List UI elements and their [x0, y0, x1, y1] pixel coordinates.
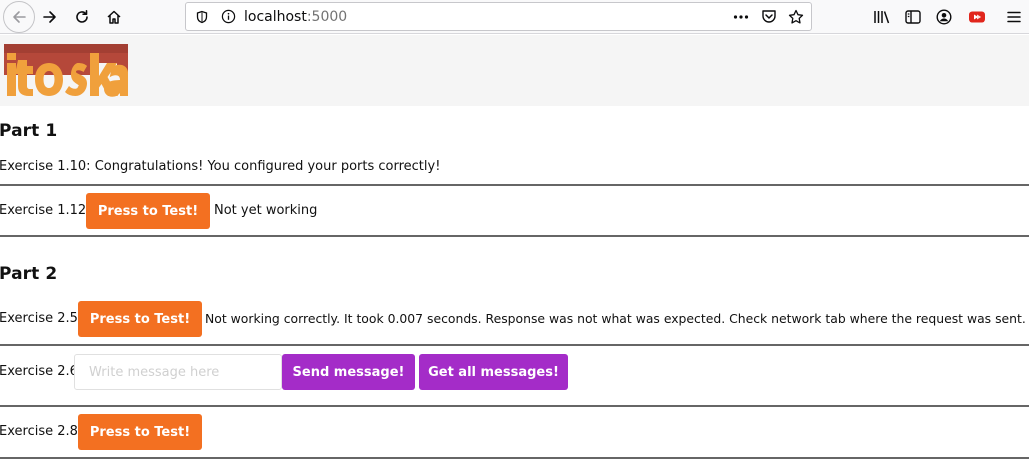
- info-icon[interactable]: [218, 3, 238, 30]
- more-icon[interactable]: [729, 3, 753, 30]
- exercise-2-6-label: Exercise 2.6:: [0, 364, 83, 379]
- account-icon: [936, 9, 952, 25]
- exercise-1-10-message: Congratulations! You configured your por…: [94, 159, 441, 174]
- url-port: :5000: [306, 9, 348, 25]
- part1-title: Part 1: [0, 121, 58, 141]
- part2-title: Part 2: [0, 264, 58, 284]
- exercise-2-5-status: Not working correctly. It took 0.007 sec…: [205, 311, 1026, 326]
- pocket-icon[interactable]: [757, 3, 781, 30]
- divider: [0, 457, 1029, 459]
- exercise-1-12-status: Not yet working: [214, 203, 318, 218]
- divider: [0, 235, 1029, 237]
- send-message-button[interactable]: Send message!: [282, 354, 415, 390]
- exercise-1-12-test-button[interactable]: Press to Test!: [86, 193, 210, 229]
- toska-logo: toska: [4, 44, 128, 97]
- exercise-1-10-label: Exercise 1.10:: [0, 159, 91, 174]
- url-host: localhost: [244, 9, 307, 25]
- divider: [0, 405, 1029, 407]
- exercise-2-8-label: Exercise 2.8:: [0, 424, 83, 439]
- forward-icon: [43, 11, 56, 23]
- reload-icon: [76, 10, 88, 23]
- divider: [0, 344, 1029, 346]
- url-text[interactable]: localhost:5000: [244, 8, 347, 26]
- menu-button[interactable]: [998, 1, 1029, 33]
- forward-button[interactable]: [34, 1, 66, 33]
- divider: [0, 184, 1029, 186]
- exercise-1-10-row: Exercise 1.10: Congratulations! You conf…: [0, 159, 440, 174]
- home-icon: [107, 10, 121, 24]
- get-all-messages-button[interactable]: Get all messages!: [419, 354, 568, 390]
- reload-button[interactable]: [66, 1, 98, 33]
- menu-icon: [1007, 11, 1021, 23]
- library-button[interactable]: [866, 1, 898, 33]
- home-button[interactable]: [98, 1, 130, 33]
- account-button[interactable]: [928, 1, 960, 33]
- message-input[interactable]: [74, 354, 282, 390]
- exercise-2-8-test-button[interactable]: Press to Test!: [78, 414, 202, 450]
- site-info-icon[interactable]: [192, 3, 212, 30]
- bookmark-star-icon[interactable]: [784, 3, 808, 30]
- url-bar[interactable]: localhost:5000: [185, 2, 812, 31]
- library-icon: [874, 11, 890, 24]
- youtube-extension-button[interactable]: [961, 1, 993, 33]
- browser-toolbar: localhost:5000: [0, 0, 1029, 34]
- exercise-1-12-label: Exercise 1.12:: [0, 203, 91, 218]
- back-button[interactable]: [3, 1, 35, 33]
- sidebar-button[interactable]: [897, 1, 929, 33]
- sidebar-icon: [905, 10, 921, 24]
- page-header: toska: [0, 35, 1029, 106]
- back-icon: [13, 11, 26, 23]
- exercise-2-5-label: Exercise 2.5:: [0, 311, 83, 326]
- youtube-extension-icon: [969, 11, 985, 23]
- exercise-2-5-test-button[interactable]: Press to Test!: [78, 301, 202, 337]
